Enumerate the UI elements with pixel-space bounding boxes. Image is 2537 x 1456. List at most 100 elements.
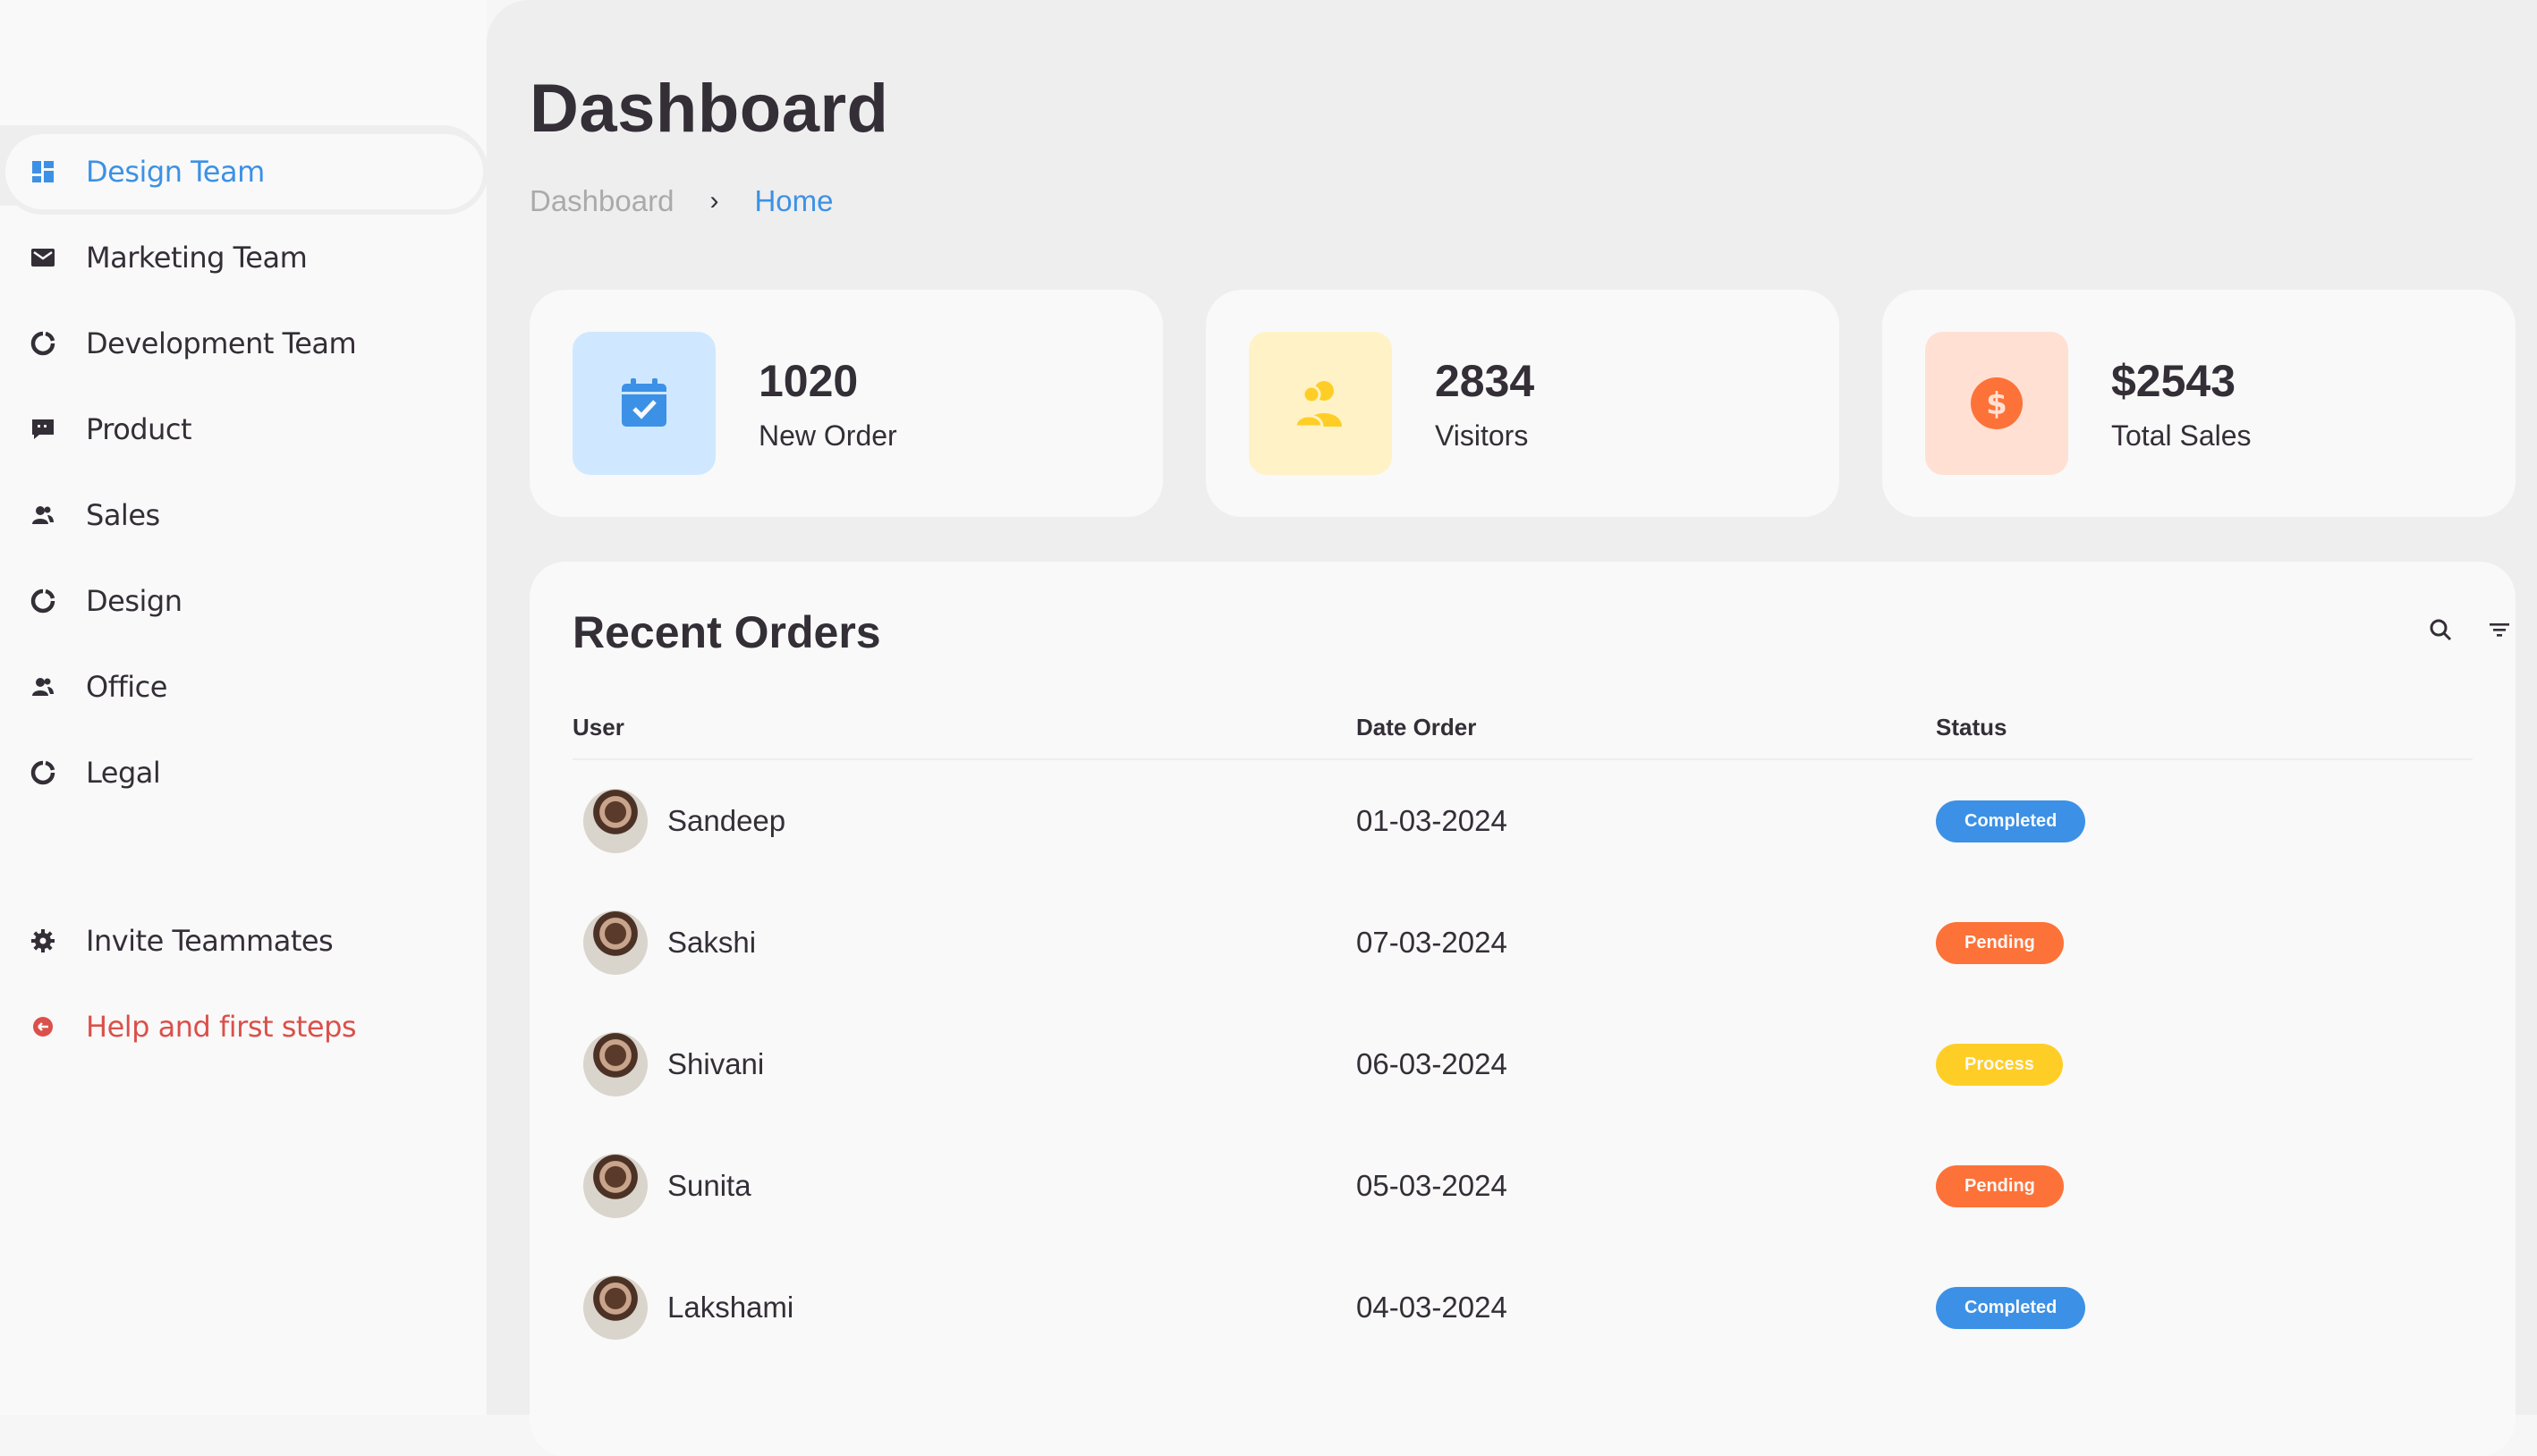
group-icon xyxy=(27,499,59,531)
sidebar-item-label: Sales xyxy=(86,498,160,532)
avatar xyxy=(583,910,648,975)
sidebar-item-label: Legal xyxy=(86,756,161,790)
sidebar-item-label: Product xyxy=(86,412,192,446)
date-cell: 06-03-2024 xyxy=(1356,1047,1507,1080)
sidebar-item-label: Development Team xyxy=(86,326,357,360)
user-name: Sandeep xyxy=(667,804,786,837)
filter-icon[interactable] xyxy=(2487,617,2512,647)
status-badge: Completed xyxy=(1936,1287,2086,1329)
logout-icon xyxy=(27,1011,59,1043)
user-name: Sunita xyxy=(667,1169,751,1202)
column-header-status: Status xyxy=(1936,696,2473,760)
sidebar-item-design[interactable]: Design xyxy=(0,558,487,644)
doughnut-chart-icon xyxy=(27,585,59,617)
group-icon xyxy=(1249,332,1392,475)
stat-cards: 1020 New Order 2834 Visitors $ $2543 Tot… xyxy=(530,290,2516,517)
sidebar: Design Team Marketing Team Development T… xyxy=(0,0,487,1415)
table-row[interactable]: Sakshi 07-03-2024 Pending xyxy=(573,882,2473,1003)
avatar xyxy=(583,1032,648,1096)
date-cell: 07-03-2024 xyxy=(1356,926,1507,959)
sidebar-item-design-team[interactable]: Design Team xyxy=(0,129,487,215)
chevron-right-icon: › xyxy=(709,186,719,216)
store-icon xyxy=(27,241,59,274)
sidebar-item-development-team[interactable]: Development Team xyxy=(0,301,487,386)
column-header-date: Date Order xyxy=(1356,696,1936,760)
sidebar-item-label: Design xyxy=(86,584,182,618)
sidebar-item-link[interactable]: Help and first steps xyxy=(5,989,483,1064)
user-name: Shivani xyxy=(667,1047,765,1080)
sidebar-item-label: Help and first steps xyxy=(86,1010,357,1044)
stat-label: New Order xyxy=(759,419,897,452)
avatar xyxy=(583,789,648,853)
main-content: Dashboard Dashboard › Home 1020 New Orde… xyxy=(487,0,2537,1456)
sidebar-menu: Design Team Marketing Team Development T… xyxy=(0,129,487,816)
date-cell: 05-03-2024 xyxy=(1356,1169,1507,1202)
sidebar-item-link[interactable]: Design Team xyxy=(5,134,483,209)
sidebar-item-product[interactable]: Product xyxy=(0,386,487,472)
sidebar-item-legal[interactable]: Legal xyxy=(0,730,487,816)
sidebar-item-link[interactable]: Legal xyxy=(5,735,483,810)
stat-label: Total Sales xyxy=(2111,419,2252,452)
sidebar-item-link[interactable]: Office xyxy=(5,649,483,724)
status-cell: Pending xyxy=(1936,1125,2473,1247)
sidebar-item-invite-teammates[interactable]: Invite Teammates xyxy=(0,898,487,984)
table-row[interactable]: Sandeep 01-03-2024 Completed xyxy=(573,759,2473,882)
group-icon xyxy=(27,671,59,703)
sidebar-item-office[interactable]: Office xyxy=(0,644,487,730)
doughnut-chart-icon xyxy=(27,327,59,360)
dollar-circle-icon: $ xyxy=(1925,332,2068,475)
sidebar-item-link[interactable]: Development Team xyxy=(5,306,483,381)
table-row[interactable]: Shivani 06-03-2024 Process xyxy=(573,1003,2473,1125)
status-cell: Pending xyxy=(1936,882,2473,1003)
sidebar-item-marketing-team[interactable]: Marketing Team xyxy=(0,215,487,301)
stat-value: 2834 xyxy=(1435,355,1535,406)
calendar-check-icon xyxy=(573,332,716,475)
breadcrumb-home-link[interactable]: Home xyxy=(754,184,833,218)
column-header-user: User xyxy=(573,696,1356,760)
svg-text:$: $ xyxy=(1986,386,2007,422)
stat-card-visitors: 2834 Visitors xyxy=(1206,290,1839,517)
status-badge: Process xyxy=(1936,1044,2063,1086)
user-name: Lakshami xyxy=(667,1291,794,1324)
stat-card-text: $2543 Total Sales xyxy=(2111,355,2252,453)
page-title: Dashboard xyxy=(530,71,889,147)
sidebar-item-link[interactable]: Design xyxy=(5,563,483,639)
sidebar-item-label: Office xyxy=(86,670,167,704)
status-badge: Pending xyxy=(1936,1165,2064,1207)
doughnut-chart-icon xyxy=(27,757,59,789)
user-cell: Sunita xyxy=(573,1125,1356,1247)
sidebar-bottom-menu: Invite Teammates Help and first steps xyxy=(0,898,487,1070)
stat-value: $2543 xyxy=(2111,355,2236,406)
orders-table: User Date Order Status Sandeep 01-03-202… xyxy=(573,696,2473,1368)
stat-card-text: 2834 Visitors xyxy=(1435,355,1534,453)
table-row[interactable]: Sunita 05-03-2024 Pending xyxy=(573,1125,2473,1247)
breadcrumb: Dashboard › Home xyxy=(530,184,833,218)
table-header-row: User Date Order Status xyxy=(573,696,2473,760)
sidebar-item-label: Marketing Team xyxy=(86,241,308,275)
stat-value: 1020 xyxy=(759,355,859,406)
message-icon xyxy=(27,413,59,445)
stat-card-new-order: 1020 New Order xyxy=(530,290,1163,517)
recent-orders-title: Recent Orders xyxy=(573,607,881,657)
breadcrumb-dashboard-link[interactable]: Dashboard xyxy=(530,184,674,218)
stat-card-text: 1020 New Order xyxy=(759,355,897,453)
status-cell: Completed xyxy=(1936,759,2473,882)
table-row[interactable]: Lakshami 04-03-2024 Completed xyxy=(573,1247,2473,1368)
sidebar-item-help[interactable]: Help and first steps xyxy=(0,984,487,1070)
dashboard-icon xyxy=(27,156,59,188)
avatar xyxy=(583,1275,648,1340)
user-name: Sakshi xyxy=(667,926,757,959)
status-cell: Completed xyxy=(1936,1247,2473,1368)
sidebar-item-link[interactable]: Marketing Team xyxy=(5,220,483,295)
stat-label: Visitors xyxy=(1435,419,1529,452)
sidebar-item-link[interactable]: Product xyxy=(5,392,483,467)
status-badge: Pending xyxy=(1936,922,2064,964)
sidebar-item-link[interactable]: Invite Teammates xyxy=(5,903,483,978)
user-cell: Sandeep xyxy=(573,760,1356,882)
date-cell: 01-03-2024 xyxy=(1356,804,1507,837)
search-icon[interactable] xyxy=(2428,617,2453,647)
sidebar-item-sales[interactable]: Sales xyxy=(0,472,487,558)
user-cell: Sakshi xyxy=(573,882,1356,1003)
recent-orders-panel: Recent Orders User Date Order Status San… xyxy=(530,562,2516,1456)
sidebar-item-link[interactable]: Sales xyxy=(5,478,483,553)
